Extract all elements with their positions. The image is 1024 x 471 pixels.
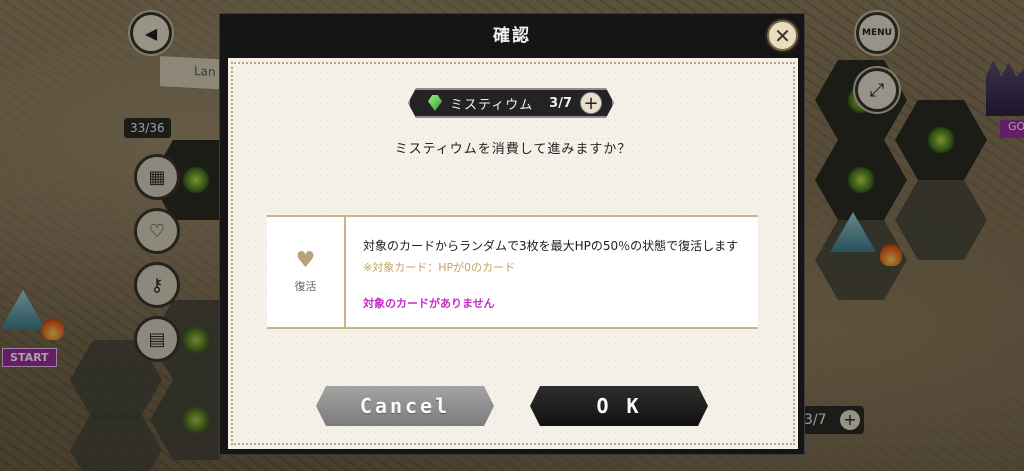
dialog-title: 確認 (493, 26, 531, 46)
resource-count: 3/7 (549, 95, 572, 111)
effect-note: ※対象カード：HPが0のカード (363, 261, 516, 274)
confirm-dialog: 確認 ✕ ミスティウム 3/7 + ミスティウムを消費して進みますか？ ♥ 復活… (219, 13, 805, 455)
add-resource-button[interactable]: + (580, 92, 602, 114)
effect-text: 対象のカードからランダムで3枚を最大HPの50％の状態で復活します ※対象カード… (363, 237, 748, 311)
dialog-body: ミスティウム 3/7 + ミスティウムを消費して進みますか？ ♥ 復活 対象のカ… (228, 58, 798, 449)
confirm-question: ミスティウムを消費して進みますか？ (394, 142, 632, 157)
resource-name: ミスティウム (450, 97, 534, 113)
effect-description: 対象のカードからランダムで3枚を最大HPの50％の状態で復活します (363, 239, 739, 253)
heart-plus-icon: ♥ (295, 248, 316, 273)
effect-type-label: 復活 (294, 280, 317, 293)
no-target-warning: 対象のカードがありません (363, 297, 495, 310)
mystium-gem-icon (428, 95, 442, 111)
close-button[interactable]: ✕ (767, 20, 798, 51)
ok-button[interactable]: O K (530, 386, 708, 426)
cancel-button[interactable]: Cancel (316, 386, 494, 426)
effect-info-box: ♥ 復活 対象のカードからランダムで3枚を最大HPの50％の状態で復活します ※… (267, 215, 758, 329)
close-icon: ✕ (774, 23, 791, 48)
effect-type: ♥ 復活 (267, 217, 346, 327)
resource-counter: ミスティウム 3/7 + (408, 88, 614, 118)
